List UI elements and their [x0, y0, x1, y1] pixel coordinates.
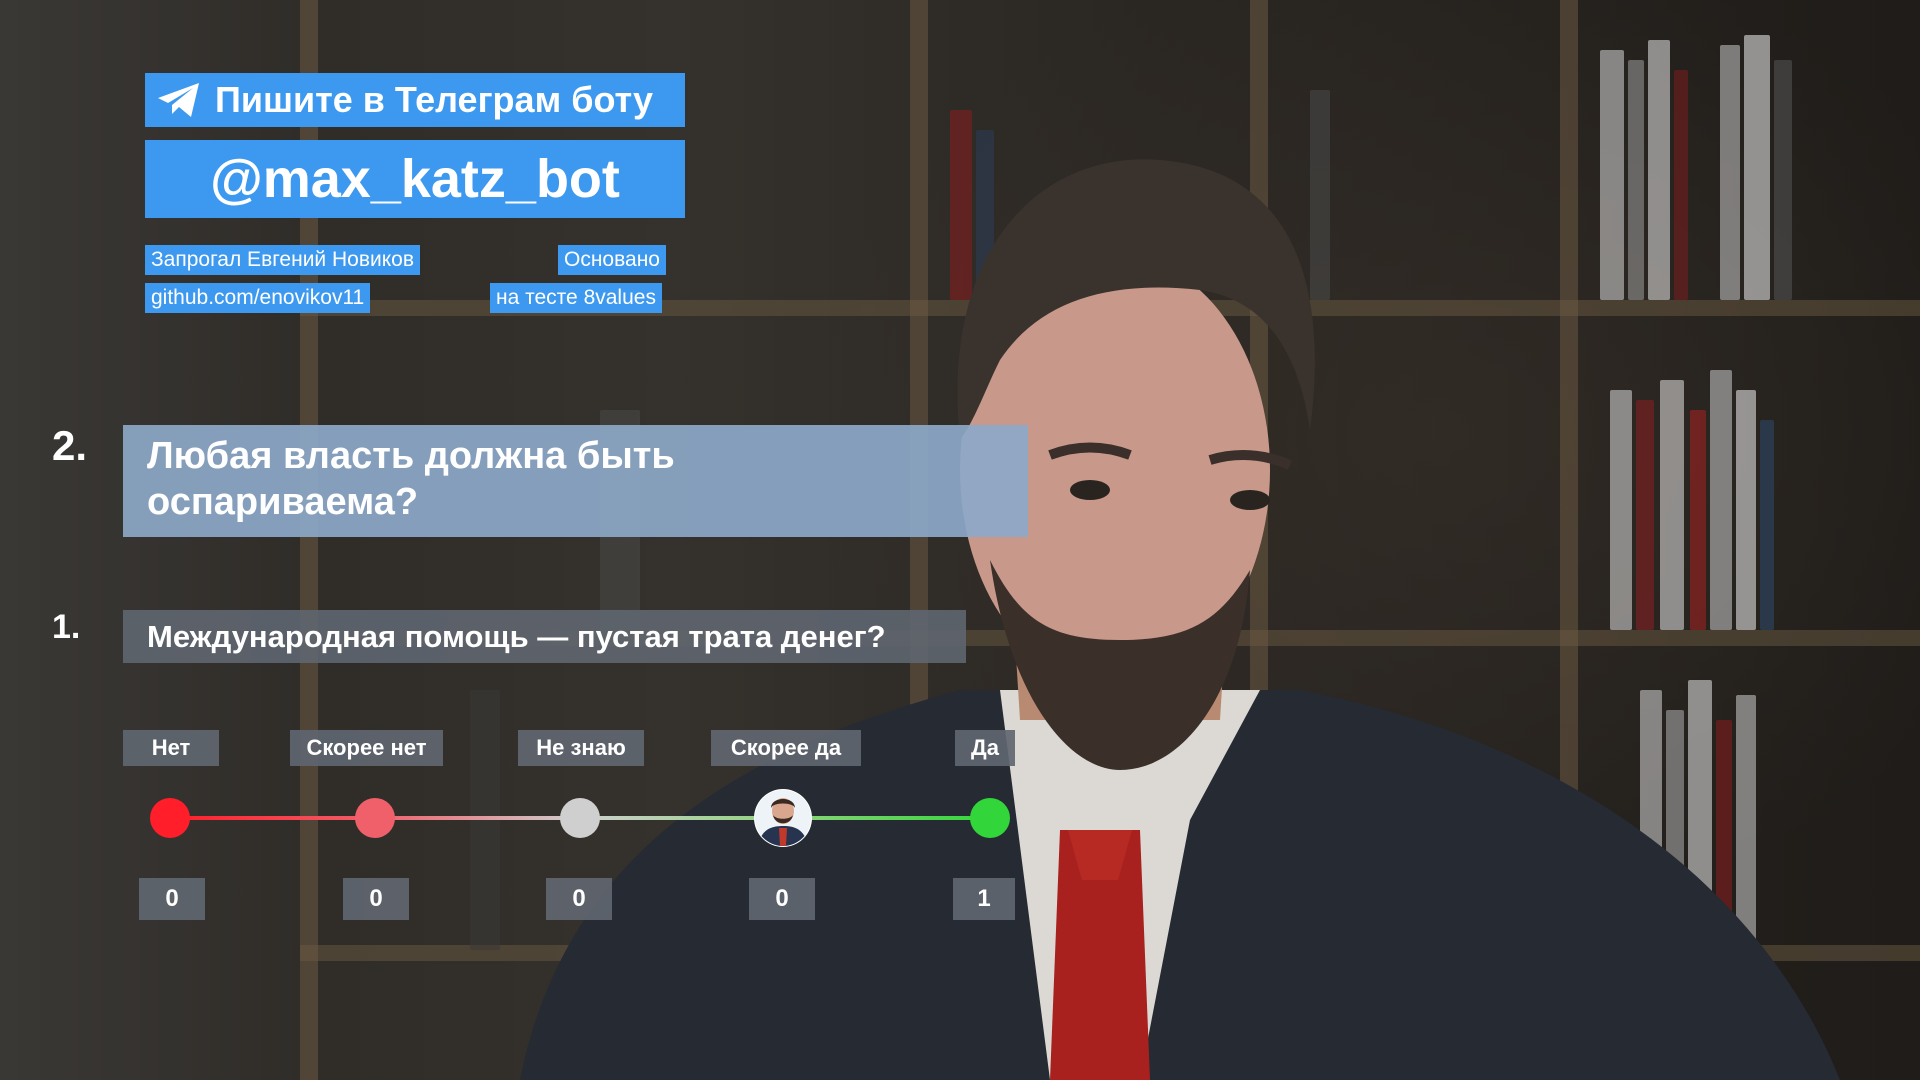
option-count-dont-know: 0 — [546, 878, 612, 920]
option-dot-no[interactable] — [150, 798, 190, 838]
option-dot-rather-no[interactable] — [355, 798, 395, 838]
option-count-yes: 1 — [953, 878, 1015, 920]
option-count-rather-no: 0 — [343, 878, 409, 920]
option-count-no: 0 — [139, 878, 205, 920]
avatar-icon — [754, 789, 812, 847]
option-dot-dont-know[interactable] — [560, 798, 600, 838]
option-count-rather-yes: 0 — [749, 878, 815, 920]
option-dot-yes[interactable] — [970, 798, 1010, 838]
